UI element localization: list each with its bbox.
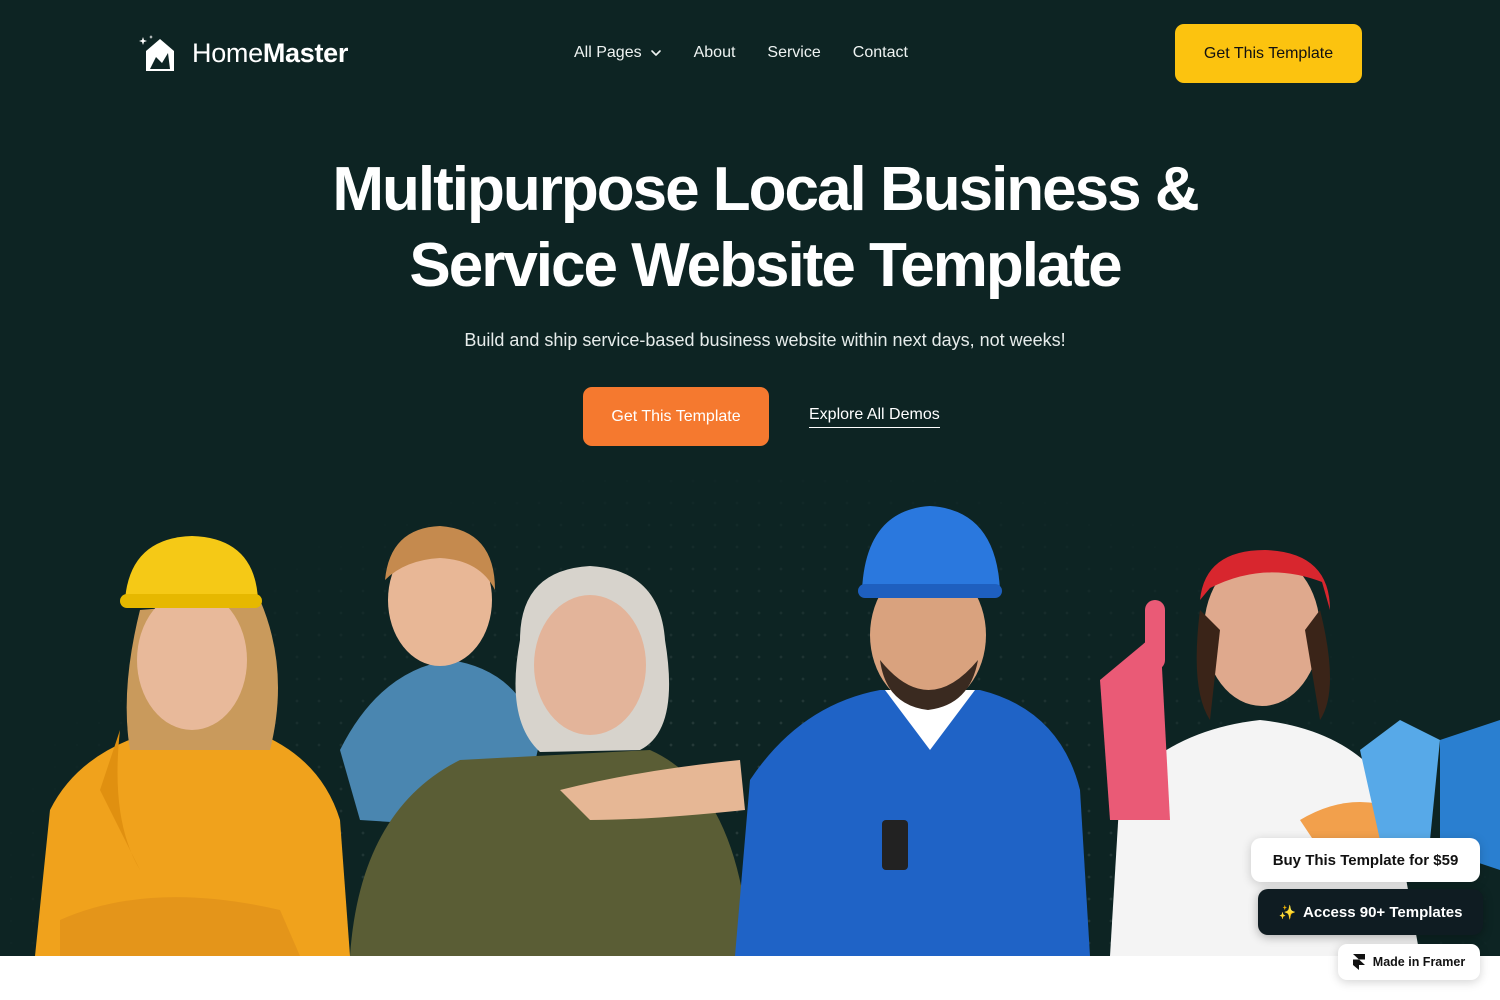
nav-item-all-pages[interactable]: All Pages [574,43,662,63]
framer-logo-icon [1352,954,1365,970]
chevron-down-icon [650,50,661,56]
hero-section: HomeMaster All Pages About Service Conta… [0,0,1500,956]
nav-item-label: Service [767,44,821,61]
headline-line-2: Service Website Template [409,231,1122,300]
nav-item-label: About [693,44,736,61]
worker-blue-helmet-man [735,506,1090,956]
nav-item-service[interactable]: Service [767,43,820,63]
hero-get-template-button[interactable]: Get This Template [583,387,769,446]
nav-item-about[interactable]: About [694,43,736,63]
made-in-framer-badge[interactable]: Made in Framer [1338,944,1480,980]
main-nav: All Pages About Service Contact [574,43,908,63]
page-title: Multipurpose Local Business & Service We… [250,152,1280,304]
nav-item-label: Contact [852,44,908,61]
sparkle-icon: ✨ [1278,903,1297,920]
worker-yellow-helmet-woman [35,536,350,956]
access-templates-badge[interactable]: ✨ Access 90+ Templates [1258,889,1483,935]
nav-item-contact[interactable]: Contact [853,43,908,63]
made-in-framer-label: Made in Framer [1372,955,1466,969]
explore-demos-link[interactable]: Explore All Demos [809,405,940,428]
brand-name: HomeMaster [192,37,349,68]
header-get-template-button[interactable]: Get This Template [1175,24,1362,83]
nav-item-label: All Pages [574,44,642,61]
hero-subheadline: Build and ship service-based business we… [464,330,1066,350]
house-sparkle-icon [139,35,174,71]
access-templates-label: Access 90+ Templates [1303,903,1463,921]
brand-logo[interactable]: HomeMaster [138,33,348,73]
buy-template-badge[interactable]: Buy This Template for $59 [1251,838,1480,882]
headline-line-1: Multipurpose Local Business & [332,155,1199,224]
hero-workers-image [0,490,1500,956]
